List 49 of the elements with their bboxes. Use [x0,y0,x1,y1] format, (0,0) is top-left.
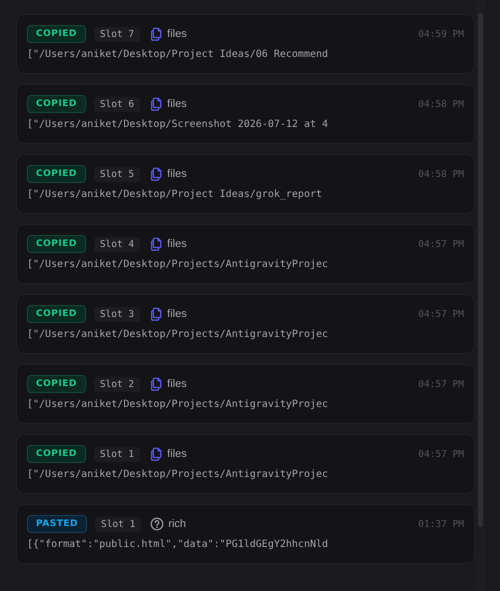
content-type-label: files [167,448,187,460]
clipboard-entry-card[interactable]: COPIED Slot 4 files 04:57 PM ["/Users/aniket/Desktop/Projects/AntigravityProjec [16,224,475,284]
clip-content-text: ["/Users/aniket/Desktop/Projects/AntigravityProjec [27,259,330,270]
clipboard-entry-card[interactable]: COPIED Slot 5 files 04:58 PM ["/Users/aniket/Desktop/Project Ideas/grok_report [16,154,475,214]
status-badge: COPIED [27,235,86,253]
status-badge: COPIED [27,375,86,393]
content-type-label: rich [168,518,186,530]
clip-content-text: ["/Users/aniket/Desktop/Projects/AntigravityProjec [27,399,330,410]
slot-label: Slot 7 [94,26,140,42]
clipboard-entry-card[interactable]: COPIED Slot 1 files 04:57 PM ["/Users/aniket/Desktop/Projects/AntigravityProjec [16,434,475,494]
timestamp: 04:57 PM [418,448,464,460]
content-type-label: files [167,308,187,320]
timestamp: 04:57 PM [418,238,464,250]
clip-content-text: ["/Users/aniket/Desktop/Project Ideas/06 Recommend [27,49,330,60]
timestamp: 01:37 PM [418,518,464,530]
clip-content-text: ["/Users/aniket/Desktop/Screenshot 2026-07-12 at 4 [27,119,330,130]
clip-content-text: ["/Users/aniket/Desktop/Projects/AntigravityProjec [27,329,330,340]
status-badge: PASTED [27,515,87,533]
timestamp: 04:58 PM [418,168,464,180]
timestamp: 04:58 PM [418,98,464,110]
clip-content-text: ["/Users/aniket/Desktop/Projects/AntigravityProjec [27,469,330,480]
clipboard-entry-card[interactable]: COPIED Slot 3 files 04:57 PM ["/Users/aniket/Desktop/Projects/AntigravityProjec [16,294,475,354]
slot-label: Slot 1 [94,446,140,462]
content-type-label: files [167,168,187,180]
content-type-label: files [167,238,187,250]
clipboard-entry-card[interactable]: COPIED Slot 7 files 04:59 PM ["/Users/aniket/Desktop/Project Ideas/06 Recommend [16,14,475,74]
content-type-label: files [167,98,187,110]
status-badge: COPIED [27,25,86,43]
scrollbar[interactable] [476,0,485,591]
clipboard-entry-card[interactable]: COPIED Slot 2 files 04:57 PM ["/Users/aniket/Desktop/Projects/AntigravityProjec [16,364,475,424]
clipboard-entry-card[interactable]: PASTED Slot 1 rich 01:37 PM [{"format":"public.html","data":"PG1ldGEgY2hhcnNld [16,504,475,564]
slot-label: Slot 5 [94,166,140,182]
clip-content-text: ["/Users/aniket/Desktop/Project Ideas/grok_report [27,189,324,200]
slot-label: Slot 6 [94,96,140,112]
status-badge: COPIED [27,445,86,463]
clip-content-text: [{"format":"public.html","data":"PG1ldGEgY2hhcnNld [27,539,330,550]
content-type-label: files [167,28,187,40]
slot-label: Slot 4 [94,236,140,252]
status-badge: COPIED [27,165,86,183]
status-badge: COPIED [27,305,86,323]
timestamp: 04:57 PM [418,378,464,390]
clipboard-entry-card[interactable]: COPIED Slot 6 files 04:58 PM ["/Users/aniket/Desktop/Screenshot 2026-07-12 at 4 [16,84,475,144]
timestamp: 04:57 PM [418,308,464,320]
slot-label: Slot 2 [94,376,140,392]
timestamp: 04:59 PM [418,28,464,40]
slot-label: Slot 3 [94,306,140,322]
status-badge: COPIED [27,95,86,113]
slot-label: Slot 1 [94,516,142,532]
content-type-label: files [167,378,187,390]
